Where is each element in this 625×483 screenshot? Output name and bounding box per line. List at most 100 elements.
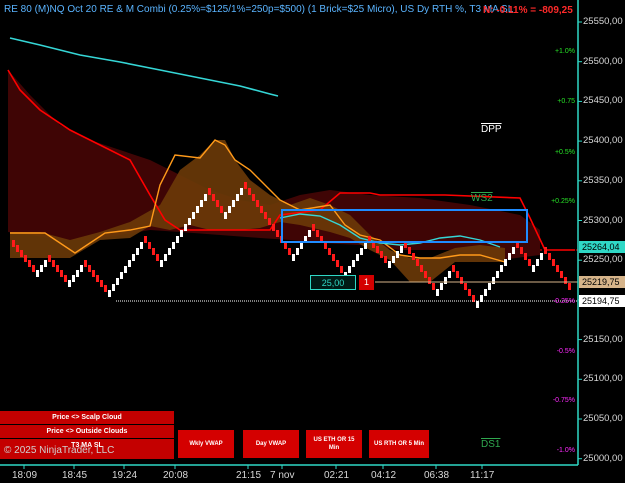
up-brick [488,283,491,290]
down-brick [24,255,27,262]
down-brick [268,218,271,225]
down-brick [380,251,383,258]
up-brick [200,200,203,207]
up-brick [124,266,127,273]
down-brick [92,270,95,277]
down-brick [452,265,455,272]
down-brick [428,277,431,284]
percent-level-label: +0.75 [557,98,575,105]
up-brick [300,242,303,249]
price-tick-label: 25050,00 [583,413,623,424]
down-brick [104,285,107,292]
down-brick [244,182,247,189]
scalp-cloud-button[interactable]: Price <> Scalp Cloud [0,411,174,424]
percent-level-label: -0.75% [552,397,575,404]
down-brick [60,270,63,277]
percent-level-label: +0.25% [551,198,575,205]
up-brick [228,206,231,213]
price-tick-label: 25300,00 [583,214,623,226]
price-tick-label: 25150,00 [583,333,623,345]
down-brick [312,224,315,231]
price-tick-label: 25500,00 [583,55,623,67]
down-brick [260,206,263,213]
price-tick-label: 25550,00 [583,16,623,27]
down-brick [216,200,219,207]
up-brick [204,194,207,201]
up-brick [136,248,139,255]
down-brick [152,248,155,255]
down-brick [468,289,471,296]
up-brick [532,265,535,272]
down-brick [212,194,215,201]
down-brick [288,248,291,255]
down-brick [420,265,423,272]
down-brick [424,271,427,278]
up-brick [68,280,71,287]
us-rth-or-button[interactable]: US RTH OR 5 Min [369,430,429,458]
up-brick [360,248,363,255]
down-brick [248,188,251,195]
up-brick [512,247,515,254]
up-brick [508,253,511,260]
down-brick [272,224,275,231]
down-brick [432,283,435,290]
weekly-vwap-line [9,37,279,97]
price-tick-label: 25450,00 [583,95,623,107]
dpp-level-label: DPP [481,124,502,135]
price-marker: 25219,75 [579,276,625,288]
up-brick [172,242,175,249]
down-brick [252,194,255,201]
down-brick [20,250,23,257]
up-brick [400,246,403,253]
up-brick [308,230,311,237]
up-brick [232,200,235,207]
down-brick [28,260,31,267]
down-brick [148,242,151,249]
up-brick [476,301,479,308]
down-brick [332,254,335,261]
time-tick-label: 02:21 [324,470,350,481]
up-brick [112,284,115,291]
percent-level-label: -0.5% [556,348,575,355]
up-brick [180,230,183,237]
up-brick [444,277,447,284]
down-brick [316,230,319,237]
close-position-button[interactable]: 1 [359,275,374,290]
up-brick [240,188,243,195]
down-brick [84,260,87,267]
down-brick [460,277,463,284]
down-brick [376,246,379,253]
up-brick [140,242,143,249]
up-brick [224,212,227,219]
us-eth-or-button[interactable]: US ETH OR 15 Min [306,430,362,458]
red-cloud [8,70,540,260]
up-brick [40,265,43,272]
outside-clouds-button[interactable]: Price <> Outside Clouds [0,425,174,438]
down-brick [284,242,287,249]
down-brick [256,200,259,207]
price-marker: 25194,75 [579,295,625,307]
percent-level-label: -1.0% [556,447,575,454]
price-tick-label: 25000,00 [583,452,623,464]
up-brick [352,260,355,267]
price-tick-label: 25400,00 [583,135,623,147]
order-quantity-field[interactable]: 25,00 [310,275,356,290]
up-brick [356,254,359,261]
down-brick [48,255,51,262]
day-vwap-button[interactable]: Day VWAP [243,430,299,458]
up-brick [236,194,239,201]
down-brick [324,242,327,249]
down-brick [464,283,467,290]
wkly-vwap-button[interactable]: Wkly VWAP [178,430,234,458]
down-brick [56,265,59,272]
down-brick [276,230,279,237]
up-brick [176,236,179,243]
percent-level-label: +1.0% [554,48,575,55]
down-brick [340,266,343,273]
down-brick [552,259,555,266]
down-brick [560,271,563,278]
down-brick [156,254,159,261]
up-brick [348,266,351,273]
price-tick-label: 25250,00 [583,254,623,266]
up-brick [448,271,451,278]
